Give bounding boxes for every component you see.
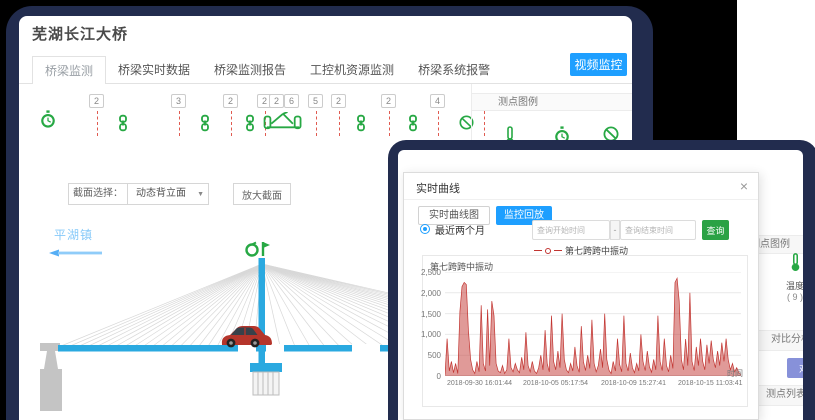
- dash-line: [389, 111, 390, 136]
- y-axis-label: 1,000: [411, 330, 441, 339]
- main-tab-4[interactable]: 桥梁系统报警: [406, 56, 502, 84]
- crane-icon: [263, 112, 303, 135]
- modal-title: 实时曲线: [416, 180, 460, 196]
- detail-window: 测点图例 温度 ( 9 ) 对比分析 对比分析 测点列表 实时曲线 × 实: [398, 150, 803, 420]
- dash-line: [231, 111, 232, 136]
- modal-header: 实时曲线 ×: [404, 173, 758, 200]
- dash-line: [97, 111, 98, 136]
- thermometer-icon: [790, 259, 801, 276]
- bridge-abutment: [40, 343, 62, 411]
- main-tab-3[interactable]: 工控机资源监测: [298, 56, 406, 84]
- legend-panel-title: 测点图例: [472, 94, 632, 111]
- sensor-count-badge: 4: [430, 94, 445, 108]
- video-monitor-button[interactable]: 视频监控: [570, 53, 627, 76]
- main-tab-bar: 桥梁监测桥梁实时数据桥梁监测报告工控机资源监测桥梁系统报警: [32, 56, 502, 84]
- x-axis-label: 2018-09-30 16:01:44: [447, 380, 512, 387]
- sensor-count-badge: 2: [89, 94, 104, 108]
- chart-plot: [445, 272, 741, 376]
- sensor-count-badge: 6: [284, 94, 299, 108]
- recent-two-months-label: 最近两个月: [435, 222, 485, 237]
- query-start-time-input[interactable]: [532, 220, 610, 240]
- dash-line: [316, 111, 317, 136]
- bridge-pier-cap: [250, 363, 282, 372]
- y-axis-label: 2,500: [411, 268, 441, 277]
- y-axis-label: 0: [411, 372, 441, 381]
- legend-panel-header: 测点图例: [472, 93, 632, 111]
- legend-marker-circle: [545, 248, 551, 254]
- section-select-label: 截面选择：: [68, 183, 128, 205]
- dash-line: [339, 111, 340, 136]
- section-select-dropdown[interactable]: 动态背立面 ▼: [127, 183, 209, 205]
- sensor-count-badge: 2: [331, 94, 346, 108]
- detail-window-frame: 测点图例 温度 ( 9 ) 对比分析 对比分析 测点列表 实时曲线 × 实: [388, 140, 815, 420]
- query-button[interactable]: 查询: [702, 220, 729, 240]
- anemometer-icon: [247, 242, 271, 256]
- legend-marker-line: [534, 250, 542, 251]
- date-range-separator: -: [610, 220, 620, 240]
- main-tab-2[interactable]: 桥梁监测报告: [202, 56, 298, 84]
- bridge-tower: [259, 258, 266, 363]
- enlarge-section-button[interactable]: 放大截面: [233, 183, 291, 205]
- canvas: { "window": { "title": "芜湖长江大桥" }, "main…: [0, 0, 815, 420]
- bridge-piles: [253, 372, 279, 395]
- temperature-count: ( 9 ): [778, 292, 803, 302]
- dash-line: [179, 111, 180, 136]
- x-axis-label: 2018-10-05 05:17:54: [523, 380, 588, 387]
- chevron-down-icon: ▼: [197, 184, 204, 206]
- query-end-time-input[interactable]: [620, 220, 696, 240]
- main-tab-1[interactable]: 桥梁实时数据: [106, 56, 202, 84]
- legend-marker-line: [554, 250, 562, 251]
- y-axis-label: 2,000: [411, 289, 441, 298]
- recent-two-months-radio[interactable]: [420, 224, 430, 234]
- sensor-count-badge: 2: [269, 94, 284, 108]
- sensor-count-badge: 2: [381, 94, 396, 108]
- section-select-value: 动态背立面: [136, 188, 186, 199]
- compare-analysis-button[interactable]: 对比分析: [787, 358, 803, 378]
- x-axis-caption: 时间: [727, 368, 743, 379]
- y-axis-label: 500: [411, 351, 441, 360]
- x-axis-label: 2018-10-09 15:27:41: [601, 380, 666, 387]
- realtime-curve-modal: 实时曲线 × 实时曲线图 监控回放 最近两个月 - 查询 第七跨跨中振动 第七跨…: [403, 172, 759, 420]
- page-title: 芜湖长江大桥: [32, 23, 128, 44]
- main-tab-0[interactable]: 桥梁监测: [32, 56, 106, 84]
- vibration-chart: 第七跨跨中振动 时间 05001,0001,5002,0002,5002018-…: [422, 255, 748, 407]
- y-axis-label: 1,500: [411, 310, 441, 319]
- close-icon[interactable]: ×: [740, 177, 748, 195]
- sensor-count-badge: 3: [171, 94, 186, 108]
- temperature-sensor-item[interactable]: 温度 ( 9 ): [778, 253, 803, 302]
- temperature-label: 温度: [778, 279, 803, 292]
- sensor-count-badge: 5: [308, 94, 323, 108]
- x-axis-label: 2018-10-15 11:03:41: [678, 380, 742, 387]
- dash-line: [438, 111, 439, 136]
- sensor-count-badge: 2: [223, 94, 238, 108]
